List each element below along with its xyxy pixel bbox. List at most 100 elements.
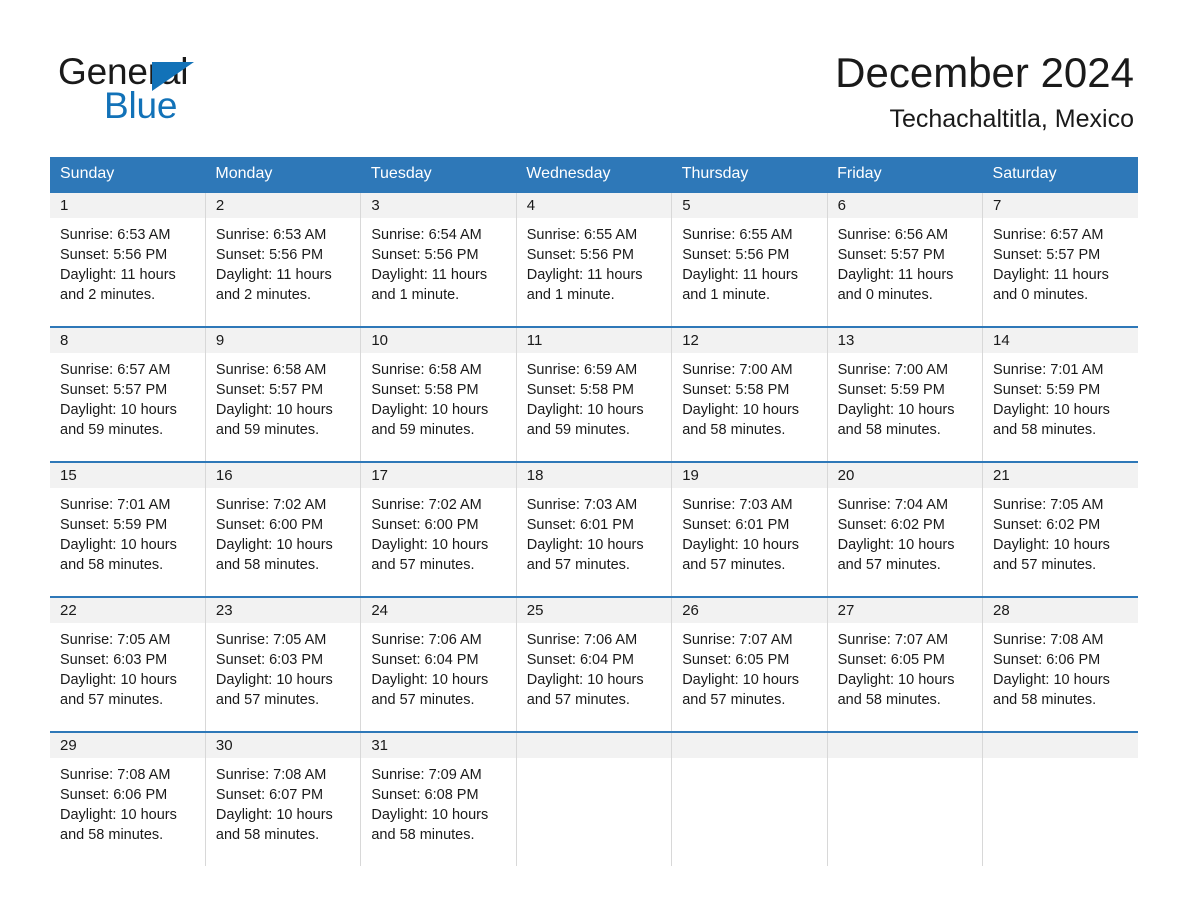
sunset-time: Sunset: 5:59 PM [837, 382, 945, 398]
calendar-day-cell[interactable]: 26 Sunrise: 7:07 AM Sunset: 6:05 PM Dayligh… [671, 596, 828, 732]
daylight-duration-line2: and 58 minutes. [993, 692, 1097, 708]
day-cell-inner: 18 Sunrise: 7:03 AM Sunset: 6:01 PM Dayligh… [516, 463, 672, 596]
calendar-day-cell[interactable]: 30 Sunrise: 7:08 AM Sunset: 6:07 PM Dayligh… [204, 731, 361, 866]
day-cell-inner: 31 Sunrise: 7:09 AM Sunset: 6:08 PM Dayligh… [361, 733, 516, 866]
calendar-day-cell[interactable]: 17 Sunrise: 7:02 AM Sunset: 6:00 PM Dayligh… [360, 461, 517, 597]
calendar-day-cell[interactable]: 20 Sunrise: 7:04 AM Sunset: 6:02 PM Dayligh… [826, 461, 983, 597]
sunrise-time: Sunrise: 7:01 AM [993, 362, 1104, 378]
day-number-band: 19 [672, 463, 827, 488]
calendar-day-cell[interactable]: 10 Sunrise: 6:58 AM Sunset: 5:58 PM Dayligh… [360, 326, 517, 462]
day-number-band: 15 [50, 463, 205, 488]
sunset-time: Sunset: 6:04 PM [526, 652, 634, 668]
day-number: 30 [215, 737, 233, 754]
daylight-duration-line1: Daylight: 11 hours [60, 267, 176, 283]
calendar-day-cell[interactable]: 16 Sunrise: 7:02 AM Sunset: 6:00 PM Dayligh… [204, 461, 361, 597]
day-cell-details: Sunrise: 7:00 AM Sunset: 5:58 PM Daylight:… [672, 353, 826, 440]
calendar-day-cell[interactable]: 13 Sunrise: 7:00 AM Sunset: 5:59 PM Dayligh… [826, 326, 983, 462]
calendar-day-cell[interactable]: 28 Sunrise: 7:08 AM Sunset: 6:06 PM Dayligh… [982, 596, 1138, 732]
daylight-duration-line1: Daylight: 10 hours [993, 402, 1110, 418]
daylight-duration-line2: and 2 minutes. [60, 287, 156, 303]
sunset-time: Sunset: 6:04 PM [371, 652, 479, 668]
sunset-time: Sunset: 6:05 PM [837, 652, 945, 668]
day-number-band: 18 [516, 463, 672, 488]
sunset-time: Sunset: 6:08 PM [371, 787, 479, 803]
day-number-band: 8 [50, 328, 205, 353]
day-number: 26 [682, 602, 699, 619]
sunrise-time: Sunrise: 6:53 AM [215, 227, 327, 243]
calendar-day-cell[interactable]: 5 Sunrise: 6:55 AM Sunset: 5:56 PM Daylight… [671, 191, 828, 327]
calendar-day-cell[interactable]: 7 Sunrise: 6:57 AM Sunset: 5:57 PM Daylight… [982, 191, 1138, 327]
sunrise-time: Sunrise: 7:07 AM [682, 632, 793, 648]
daylight-duration-line1: Daylight: 10 hours [371, 672, 489, 688]
day-number: 22 [60, 602, 77, 619]
sunset-time: Sunset: 5:56 PM [526, 247, 634, 263]
calendar-day-cell[interactable]: 22 Sunrise: 7:05 AM Sunset: 6:03 PM Dayligh… [50, 596, 206, 732]
calendar-day-cell[interactable]: 18 Sunrise: 7:03 AM Sunset: 6:01 PM Dayligh… [515, 461, 672, 597]
day-cell-inner: 13 Sunrise: 7:00 AM Sunset: 5:59 PM Dayligh… [827, 328, 983, 461]
sunset-time: Sunset: 5:56 PM [60, 247, 168, 263]
sunrise-time: Sunrise: 6:58 AM [215, 362, 327, 378]
calendar-day-cell[interactable]: 14 Sunrise: 7:01 AM Sunset: 5:59 PM Dayligh… [982, 326, 1138, 462]
day-cell-inner: 6 Sunrise: 6:56 AM Sunset: 5:57 PM Daylight… [827, 193, 983, 326]
daylight-duration-line2: and 58 minutes. [371, 827, 475, 843]
day-cell-inner: 11 Sunrise: 6:59 AM Sunset: 5:58 PM Dayligh… [516, 328, 672, 461]
sunset-time: Sunset: 6:00 PM [215, 517, 324, 533]
calendar-day-cell[interactable]: 25 Sunrise: 7:06 AM Sunset: 6:04 PM Dayligh… [515, 596, 672, 732]
weekday-header-friday: Friday [827, 157, 983, 192]
daylight-duration-line2: and 57 minutes. [682, 557, 786, 573]
calendar-day-cell[interactable]: 31 Sunrise: 7:09 AM Sunset: 6:08 PM Dayligh… [360, 731, 517, 866]
calendar-day-cell[interactable]: 12 Sunrise: 7:00 AM Sunset: 5:58 PM Dayligh… [671, 326, 828, 462]
daylight-duration-line1: Daylight: 10 hours [526, 672, 644, 688]
sunset-time: Sunset: 5:57 PM [60, 382, 168, 398]
day-number: 15 [60, 467, 77, 484]
day-cell-details [828, 758, 982, 765]
calendar-day-cell[interactable]: 21 Sunrise: 7:05 AM Sunset: 6:02 PM Dayligh… [982, 461, 1138, 597]
day-number: 1 [60, 197, 69, 214]
daylight-duration-line2: and 0 minutes. [837, 287, 933, 303]
day-cell-details: Sunrise: 7:01 AM Sunset: 5:59 PM Daylight:… [983, 353, 1138, 440]
sunset-time: Sunset: 5:56 PM [371, 247, 479, 263]
calendar-day-cell[interactable]: 11 Sunrise: 6:59 AM Sunset: 5:58 PM Dayligh… [515, 326, 672, 462]
daylight-duration-line1: Daylight: 10 hours [682, 537, 800, 553]
daylight-duration-line2: and 59 minutes. [371, 422, 475, 438]
calendar-day-cell[interactable]: 9 Sunrise: 6:58 AM Sunset: 5:57 PM Daylight… [204, 326, 361, 462]
daylight-duration-line1: Daylight: 10 hours [60, 672, 177, 688]
daylight-duration-line1: Daylight: 10 hours [60, 537, 177, 553]
day-cell-details: Sunrise: 6:57 AM Sunset: 5:57 PM Daylight:… [983, 218, 1138, 305]
day-cell-inner: 17 Sunrise: 7:02 AM Sunset: 6:00 PM Dayligh… [361, 463, 516, 596]
calendar-day-cell[interactable]: 3 Sunrise: 6:54 AM Sunset: 5:56 PM Daylight… [360, 191, 517, 327]
calendar-day-cell[interactable]: 4 Sunrise: 6:55 AM Sunset: 5:56 PM Daylight… [515, 191, 672, 327]
calendar-day-cell[interactable]: 6 Sunrise: 6:56 AM Sunset: 5:57 PM Daylight… [826, 191, 983, 327]
daylight-duration-line1: Daylight: 11 hours [682, 267, 798, 283]
calendar-day-cell[interactable]: 27 Sunrise: 7:07 AM Sunset: 6:05 PM Dayligh… [826, 596, 983, 732]
calendar-day-cell[interactable]: 29 Sunrise: 7:08 AM Sunset: 6:06 PM Dayligh… [50, 731, 206, 866]
sunset-time: Sunset: 5:56 PM [215, 247, 324, 263]
sunset-time: Sunset: 6:05 PM [682, 652, 790, 668]
calendar-day-cell[interactable]: 23 Sunrise: 7:05 AM Sunset: 6:03 PM Dayligh… [204, 596, 361, 732]
calendar-day-cell[interactable]: 15 Sunrise: 7:01 AM Sunset: 5:59 PM Dayligh… [50, 461, 206, 597]
day-cell-inner: 5 Sunrise: 6:55 AM Sunset: 5:56 PM Daylight… [672, 193, 827, 326]
daylight-duration-line2: and 59 minutes. [60, 422, 164, 438]
day-cell-details: Sunrise: 6:55 AM Sunset: 5:56 PM Daylight:… [517, 218, 671, 305]
day-number-band [827, 733, 983, 758]
daylight-duration-line1: Daylight: 10 hours [215, 672, 333, 688]
daylight-duration-line1: Daylight: 10 hours [60, 807, 177, 823]
calendar-week-row: 29 Sunrise: 7:08 AM Sunset: 6:06 PM Dayligh… [50, 731, 1138, 866]
day-cell-inner [516, 733, 672, 866]
day-number: 9 [215, 332, 225, 349]
daylight-duration-line1: Daylight: 10 hours [371, 402, 489, 418]
calendar-day-cell[interactable]: 19 Sunrise: 7:03 AM Sunset: 6:01 PM Dayligh… [671, 461, 828, 597]
weekday-header-tuesday: Tuesday [360, 157, 517, 192]
calendar-day-cell[interactable]: 1 Sunrise: 6:53 AM Sunset: 5:56 PM Daylight… [50, 191, 206, 327]
sunrise-time: Sunrise: 7:05 AM [993, 497, 1104, 513]
day-number: 13 [837, 332, 855, 349]
sunrise-time: Sunrise: 7:09 AM [371, 767, 482, 783]
day-cell-details: Sunrise: 7:02 AM Sunset: 6:00 PM Daylight:… [206, 488, 360, 575]
calendar-day-cell[interactable]: 24 Sunrise: 7:06 AM Sunset: 6:04 PM Dayligh… [360, 596, 517, 732]
calendar-day-cell[interactable]: 8 Sunrise: 6:57 AM Sunset: 5:57 PM Daylight… [50, 326, 206, 462]
sunrise-time: Sunrise: 7:04 AM [837, 497, 949, 513]
daylight-duration-line1: Daylight: 10 hours [837, 537, 955, 553]
daylight-duration-line2: and 57 minutes. [837, 557, 941, 573]
daylight-duration-line1: Daylight: 10 hours [837, 402, 955, 418]
calendar-day-cell[interactable]: 2 Sunrise: 6:53 AM Sunset: 5:56 PM Daylight… [204, 191, 361, 327]
